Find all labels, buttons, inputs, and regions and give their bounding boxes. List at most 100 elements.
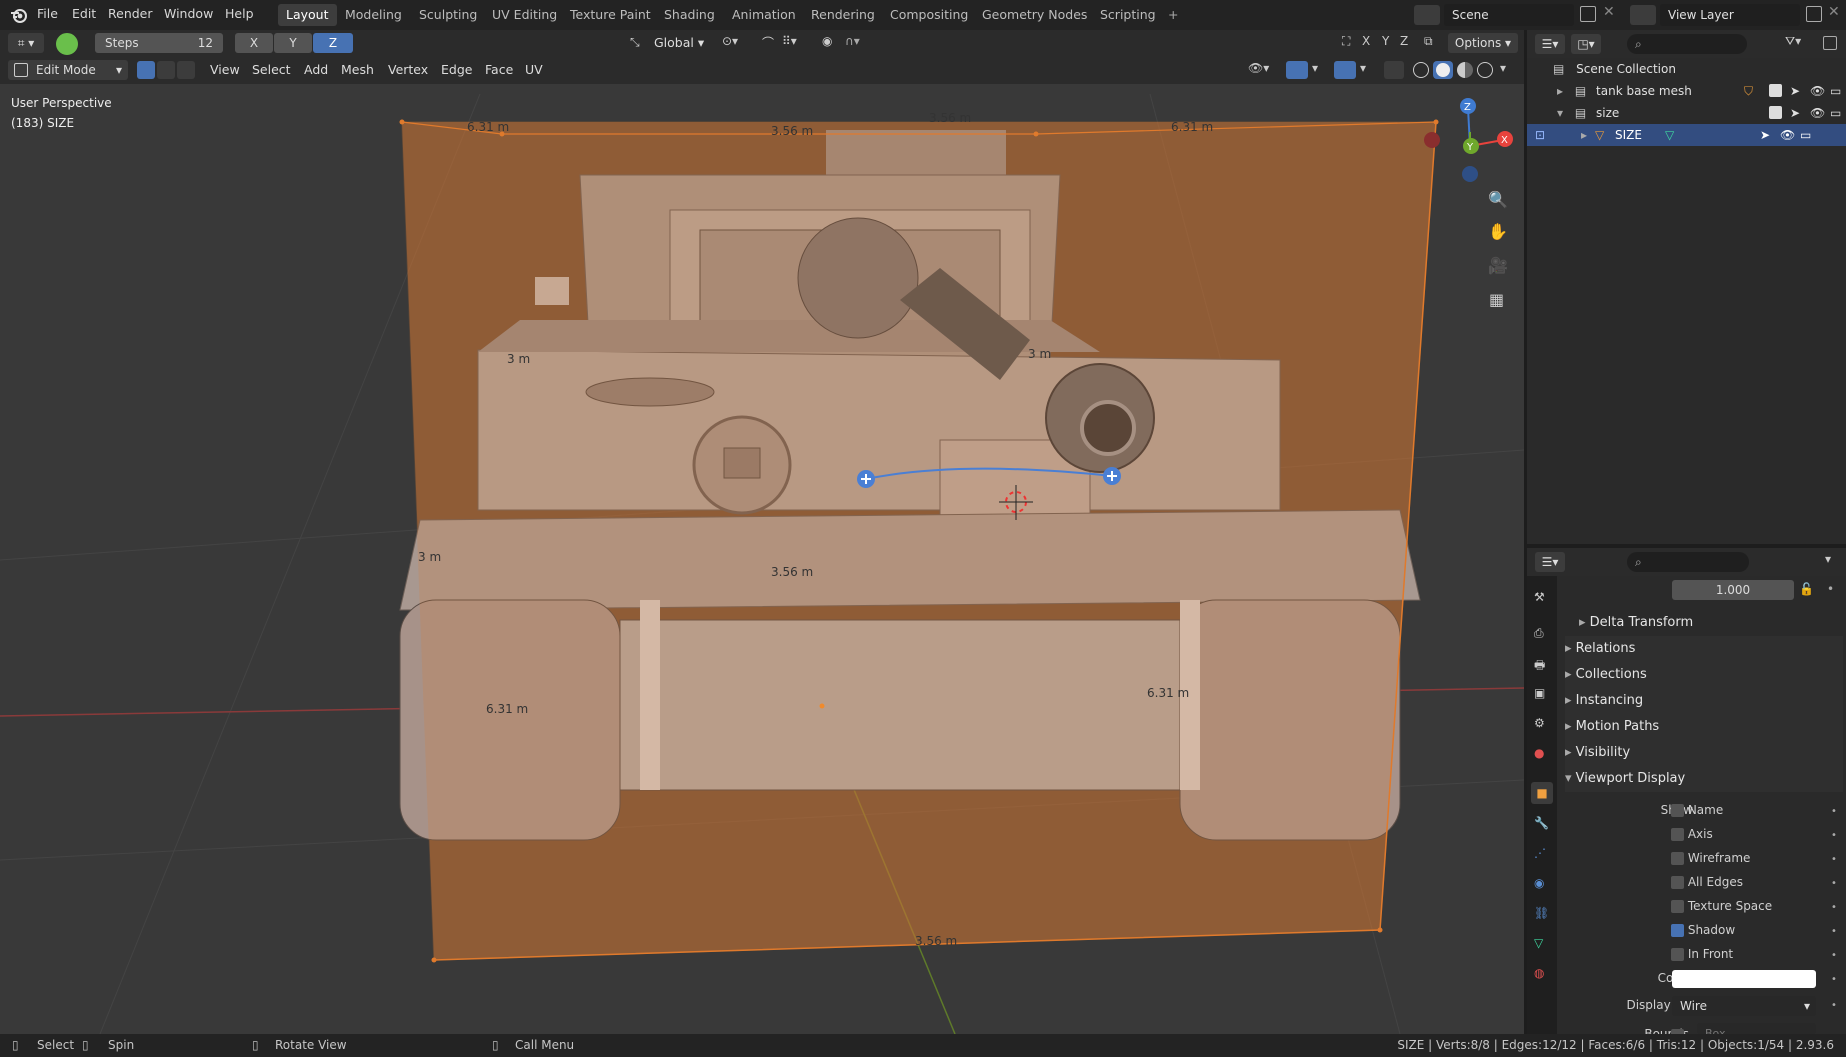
view-layer-selector[interactable]: View Layer — [1660, 4, 1800, 26]
scene-icon[interactable] — [1414, 5, 1440, 25]
pivot-point-icon[interactable]: ⊙▾ — [722, 34, 738, 48]
xray-toggle-icon[interactable] — [1384, 61, 1404, 79]
tab-geometry-nodes[interactable]: Geometry Nodes — [974, 4, 1095, 26]
overlay-toggle-icon[interactable] — [1334, 61, 1356, 79]
view-layer-tab-icon[interactable]: ▣ — [1534, 686, 1545, 700]
option-row[interactable]: In Front — [1671, 942, 1733, 966]
new-collection-icon[interactable] — [1823, 36, 1837, 50]
delete-scene-icon[interactable]: ✕ — [1603, 4, 1615, 20]
monitor-icon[interactable]: ▭ — [1800, 124, 1811, 146]
menu-render[interactable]: Render — [108, 0, 153, 28]
mirror-z-button[interactable]: Z — [1400, 34, 1408, 48]
scale-z-field[interactable]: 1.000 — [1672, 580, 1794, 600]
ortho-grid-icon[interactable]: ▦ — [1489, 290, 1504, 309]
visibility-panel[interactable]: ▸ Visibility — [1565, 740, 1843, 766]
menu-add[interactable]: Add — [304, 60, 328, 80]
object-tab-icon[interactable]: ■ — [1531, 782, 1553, 804]
blender-logo-icon[interactable] — [10, 6, 28, 24]
physics-tab-icon[interactable]: ◉ — [1534, 876, 1544, 890]
render-tab-icon[interactable]: ⎙ — [1534, 626, 1544, 641]
data-tab-icon[interactable]: ▽ — [1534, 936, 1543, 950]
option-row[interactable]: All Edges — [1671, 870, 1743, 894]
include-checkbox[interactable] — [1769, 106, 1782, 119]
tab-animation[interactable]: Animation — [724, 4, 804, 26]
shading-rendered-icon[interactable] — [1477, 62, 1493, 78]
new-scene-icon[interactable] — [1580, 6, 1596, 22]
modifier-tab-icon[interactable]: 🔧 — [1534, 816, 1549, 830]
shading-wireframe-icon[interactable] — [1413, 62, 1429, 78]
gizmo-toggle-icon[interactable] — [1286, 61, 1308, 79]
add-workspace-button[interactable]: + — [1160, 4, 1186, 26]
edge-select-icon[interactable] — [157, 61, 175, 79]
tab-compositing[interactable]: Compositing — [882, 4, 976, 26]
world-tab-icon[interactable]: ● — [1534, 746, 1544, 760]
keyframe-dot-icon[interactable]: • — [1831, 926, 1837, 937]
shading-material-icon[interactable] — [1457, 62, 1473, 78]
checkbox[interactable] — [1671, 948, 1684, 961]
eye-icon[interactable]: 👁 — [1810, 102, 1825, 124]
option-row[interactable]: Shadow — [1671, 918, 1735, 942]
proportional-edit-icon[interactable]: ◉ — [822, 34, 832, 48]
tab-modeling[interactable]: Modeling — [337, 4, 410, 26]
checkbox[interactable] — [1671, 900, 1684, 913]
steps-field[interactable]: Steps 12 — [95, 33, 223, 53]
menu-help[interactable]: Help — [225, 0, 254, 28]
axis-y-button[interactable]: Y — [274, 33, 312, 53]
tab-scripting[interactable]: Scripting — [1092, 4, 1164, 26]
motion-paths-panel[interactable]: ▸ Motion Paths — [1565, 714, 1843, 740]
scene-tab-icon[interactable]: ⚙ — [1534, 716, 1545, 730]
outliner-item[interactable]: ▾ ▤ size ➤ 👁 ▭ — [1557, 102, 1842, 124]
options-dropdown[interactable]: Options ▾ — [1448, 33, 1518, 53]
mirror-x-button[interactable]: X — [1362, 34, 1370, 48]
menu-file[interactable]: File — [37, 0, 58, 28]
menu-select[interactable]: Select — [252, 60, 291, 80]
pan-hand-icon[interactable]: ✋ — [1488, 222, 1508, 241]
outliner-search-input[interactable]: ⌕ — [1627, 34, 1747, 54]
option-row[interactable]: Name — [1671, 798, 1723, 822]
delta-transform-panel[interactable]: ▸ Delta Transform — [1579, 610, 1693, 636]
menu-window[interactable]: Window — [164, 0, 213, 28]
snap-icon[interactable]: ⌒ — [762, 34, 774, 51]
keyframe-dot-icon[interactable]: • — [1827, 582, 1834, 596]
keyframe-dot-icon[interactable]: • — [1831, 830, 1837, 841]
option-row[interactable]: Axis — [1671, 822, 1713, 846]
menu-mesh[interactable]: Mesh — [341, 60, 374, 80]
delete-view-layer-icon[interactable]: ✕ — [1828, 4, 1840, 20]
scene-selector[interactable]: Scene — [1444, 4, 1574, 26]
outliner-item[interactable]: ▸ ▤ tank base mesh ⛉ ➤ 👁 ▭ — [1557, 80, 1842, 102]
properties-search-input[interactable]: ⌕ — [1627, 552, 1749, 572]
auto-merge-icon[interactable]: ⧉ — [1424, 34, 1433, 49]
eye-icon[interactable]: 👁 — [1810, 80, 1825, 102]
visibility-icon[interactable]: 👁▾ — [1248, 61, 1269, 75]
monitor-icon[interactable]: ▭ — [1830, 102, 1841, 124]
eye-icon[interactable]: 👁 — [1780, 124, 1795, 146]
filter-icon[interactable]: ⛛▾ — [1785, 34, 1801, 49]
properties-editor-type-icon[interactable]: ☰▾ — [1535, 552, 1565, 572]
tab-layout[interactable]: Layout — [278, 4, 337, 26]
select-arrow-icon[interactable]: ➤ — [1790, 102, 1800, 124]
particles-tab-icon[interactable]: ⋰ — [1534, 846, 1546, 860]
menu-face[interactable]: Face — [485, 60, 513, 80]
outliner-display-mode-icon[interactable]: ◳▾ — [1571, 34, 1601, 54]
constraints-tab-icon[interactable]: ⛓ — [1534, 906, 1549, 920]
monitor-icon[interactable]: ▭ — [1830, 80, 1841, 102]
checkbox[interactable] — [1671, 804, 1684, 817]
menu-edit[interactable]: Edit — [72, 0, 96, 28]
tool-tab-icon[interactable]: ⚒ — [1534, 590, 1545, 604]
view-layer-icon[interactable] — [1630, 5, 1656, 25]
new-view-layer-icon[interactable] — [1806, 6, 1822, 22]
viewport-display-panel[interactable]: ▾ Viewport Display — [1565, 766, 1843, 792]
axis-z-button[interactable]: Z — [313, 33, 353, 53]
option-row[interactable]: Texture Space — [1671, 894, 1772, 918]
outliner-editor-type-icon[interactable]: ☰▾ — [1535, 34, 1565, 54]
keyframe-dot-icon[interactable]: • — [1831, 878, 1837, 889]
face-select-icon[interactable] — [177, 61, 195, 79]
select-arrow-icon[interactable]: ➤ — [1790, 80, 1800, 102]
tab-texture-paint[interactable]: Texture Paint — [562, 4, 659, 26]
material-tab-icon[interactable]: ◍ — [1534, 966, 1544, 980]
mirror-y-button[interactable]: Y — [1382, 34, 1389, 48]
shading-solid-icon[interactable] — [1433, 61, 1453, 79]
navigation-gizmo[interactable]: Z X Y — [1424, 98, 1513, 182]
editor-type-button[interactable]: ⌗ ▾ — [8, 33, 44, 53]
axis-x-button[interactable]: X — [235, 33, 273, 53]
